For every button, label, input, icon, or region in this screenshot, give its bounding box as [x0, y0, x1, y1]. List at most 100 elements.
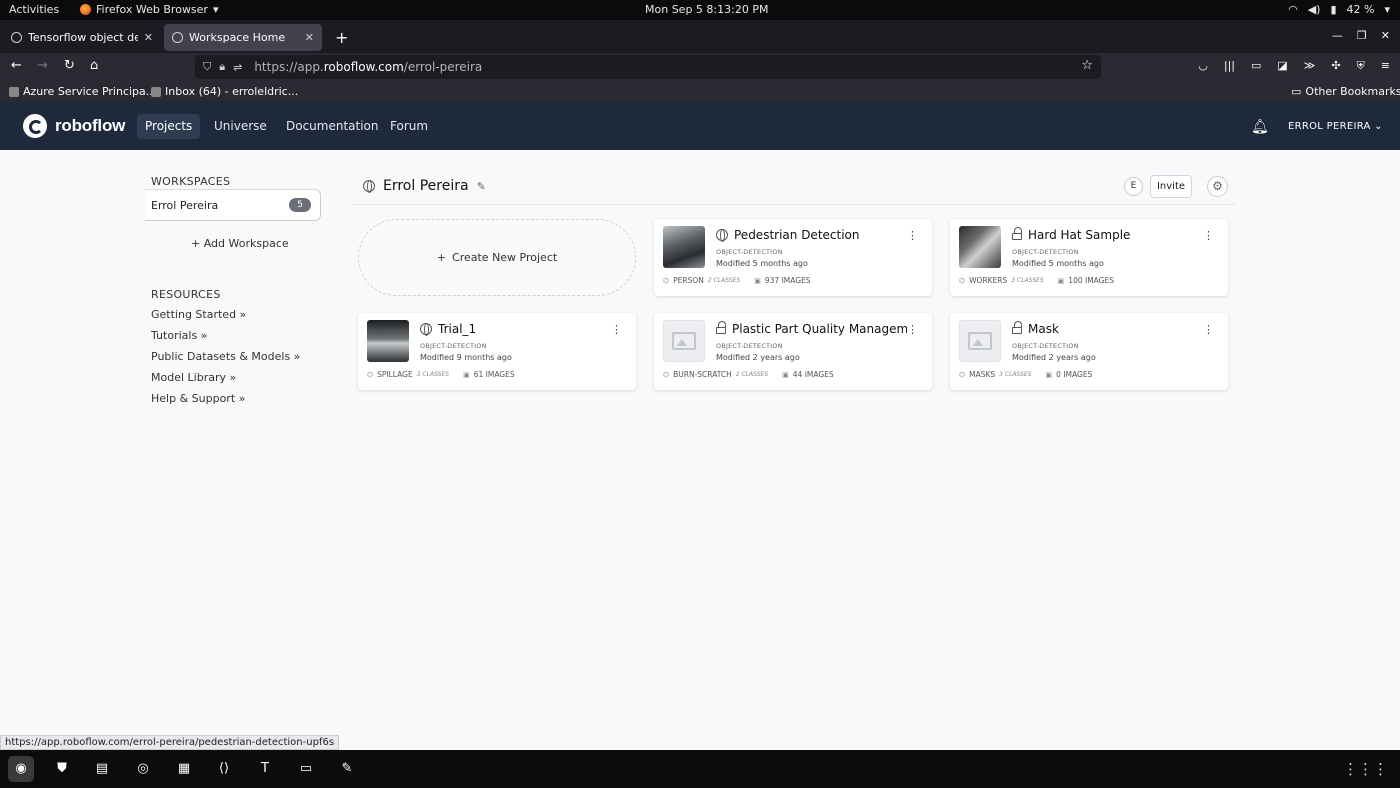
other-bookmarks[interactable]: ▭ Other Bookmarks — [1291, 85, 1400, 98]
inkscape-dock-icon[interactable]: ✎ — [334, 756, 360, 782]
more-options-icon[interactable]: ⋮ — [1203, 229, 1214, 242]
project-title-row: Hard Hat Sample — [1012, 227, 1130, 242]
extension-icon[interactable]: ◪ — [1277, 59, 1287, 73]
notification-bell-icon[interactable]: 🔔︎ — [1251, 119, 1269, 135]
close-tab-icon[interactable]: ✕ — [305, 31, 314, 44]
more-options-icon[interactable]: ⋮ — [907, 229, 918, 242]
project-card-plastic-part[interactable]: Plastic Part Quality Managem... OBJECT-D… — [654, 313, 932, 390]
back-icon[interactable]: ← — [11, 58, 22, 73]
bookmark-azure[interactable]: Azure Service Principa... — [9, 85, 156, 98]
home-icon[interactable]: ⌂ — [90, 58, 98, 73]
bookmark-inbox[interactable]: Inbox (64) - erroleldric... — [151, 85, 298, 98]
invite-button[interactable]: Invite — [1150, 175, 1192, 198]
workspace-title: Errol Pereira — [383, 178, 469, 194]
project-modified: Modified 9 months ago — [420, 353, 512, 362]
class-count: 3 CLASSES — [999, 371, 1032, 378]
system-tray[interactable]: ◠ ◀) ▮ 42 % ▾ — [1288, 3, 1390, 16]
project-card-mask[interactable]: Mask OBJECT-DETECTION Modified 2 years a… — [950, 313, 1228, 390]
project-thumbnail-placeholder — [663, 320, 705, 362]
more-options-icon[interactable]: ⋮ — [907, 323, 918, 336]
lock-icon — [1012, 321, 1022, 334]
class-tag: SPILLAGE — [377, 370, 413, 379]
image-icon: ▣ — [1045, 370, 1053, 379]
nav-projects[interactable]: Projects — [137, 114, 201, 139]
bookmark-star-icon[interactable]: ☆ — [1081, 58, 1093, 73]
member-avatar[interactable]: E — [1124, 177, 1143, 196]
project-card-trial-1[interactable]: Trial_1 OBJECT-DETECTION Modified 9 mont… — [358, 313, 636, 390]
chevron-down-icon: ⌄ — [1374, 121, 1383, 132]
vscode-dock-icon[interactable]: ⟨⟩ — [211, 756, 237, 782]
workspace-name: Errol Pereira — [151, 199, 219, 212]
create-new-project-card[interactable]: + Create New Project — [358, 219, 636, 296]
firefox-icon — [80, 4, 91, 15]
resource-getting-started[interactable]: Getting Started » — [151, 308, 246, 321]
nav-documentation[interactable]: Documentation — [278, 114, 387, 139]
app-menu[interactable]: Firefox Web Browser ▾ — [80, 3, 219, 16]
project-card-hard-hat-sample[interactable]: Hard Hat Sample OBJECT-DETECTION Modifie… — [950, 219, 1228, 296]
nav-universe[interactable]: Universe — [206, 114, 275, 139]
bookmarks-toolbar: Azure Service Principa... Inbox (64) - e… — [0, 81, 1400, 102]
image-icon: ▣ — [1057, 276, 1065, 285]
activities-button[interactable]: Activities — [9, 3, 59, 16]
close-window-icon[interactable]: ✕ — [1381, 29, 1390, 42]
text-editor-dock-icon[interactable]: ▦ — [171, 756, 197, 782]
close-tab-icon[interactable]: ✕ — [144, 31, 153, 44]
reload-icon[interactable]: ↻ — [64, 58, 75, 73]
lock-icon[interactable]: 🔒︎ — [219, 60, 225, 74]
resource-help-support[interactable]: Help & Support » — [151, 392, 245, 405]
library-icon[interactable]: ||| — [1224, 59, 1235, 73]
user-menu[interactable]: ERROL PEREIRA ⌄ — [1288, 121, 1383, 132]
resource-tutorials[interactable]: Tutorials » — [151, 329, 207, 342]
tab-workspace-home[interactable]: Workspace Home ✕ — [164, 24, 322, 51]
roboflow-favicon-icon — [172, 32, 183, 43]
roboflow-logo[interactable]: roboflow — [23, 114, 125, 138]
workspace-item[interactable]: Errol Pereira 5 — [145, 189, 321, 221]
firefox-dock-icon[interactable]: ◉ — [8, 756, 34, 782]
window-controls: — ❐ ✕ — [1332, 29, 1390, 42]
show-apps-icon[interactable]: ⋮⋮⋮ — [1343, 760, 1388, 778]
menu-icon[interactable]: ≡ — [1381, 59, 1390, 73]
project-thumbnail — [663, 226, 705, 268]
teams-dock-icon[interactable]: T — [252, 756, 278, 782]
extension-icon[interactable]: ≫ — [1304, 59, 1316, 73]
workspaces-heading: WORKSPACES — [151, 175, 231, 188]
forward-icon[interactable]: → — [37, 58, 48, 73]
more-options-icon[interactable]: ⋮ — [1203, 323, 1214, 336]
settings-gear-icon[interactable]: ⚙ — [1207, 176, 1228, 197]
extension-icon[interactable]: ⛨ — [1357, 59, 1365, 73]
new-tab-button[interactable]: + — [335, 28, 348, 47]
project-type: OBJECT-DETECTION — [420, 342, 487, 350]
globe-icon — [420, 323, 432, 336]
nav-forum[interactable]: Forum — [382, 114, 436, 139]
terminal-dock-icon[interactable]: ▭ — [293, 756, 319, 782]
permissions-icon[interactable]: ⇌ — [233, 61, 242, 74]
files-dock-icon[interactable]: ▤ — [89, 756, 115, 782]
brave-dock-icon[interactable]: ⛊ — [49, 756, 75, 782]
project-card-pedestrian-detection[interactable]: Pedestrian Detection OBJECT-DETECTION Mo… — [654, 219, 932, 296]
project-meta: ⌬ SPILLAGE 3 CLASSES ▣ 61 IMAGES — [367, 370, 515, 379]
screenshot-dock-icon[interactable]: ◎ — [130, 756, 156, 782]
more-options-icon[interactable]: ⋮ — [611, 323, 622, 336]
sidebar-icon[interactable]: ▭ — [1251, 59, 1261, 73]
resource-model-library[interactable]: Model Library » — [151, 371, 236, 384]
project-meta: ⌬ PERSON 2 CLASSES ▣ 937 IMAGES — [663, 276, 811, 285]
edit-pencil-icon[interactable]: ✎ — [477, 180, 486, 193]
extension-icon[interactable]: ✣ — [1331, 59, 1340, 73]
url-bar[interactable]: ⛉ 🔒︎ ⇌ https://app.roboflow.com/errol-pe… — [195, 55, 1101, 79]
tab-tensorflow[interactable]: Tensorflow object detect ✕ — [3, 24, 161, 51]
shield-icon[interactable]: ⛉ — [203, 60, 211, 74]
clock[interactable]: Mon Sep 5 8:13:20 PM — [645, 3, 768, 16]
maximize-icon[interactable]: ❐ — [1357, 29, 1367, 42]
github-icon — [11, 32, 22, 43]
project-title-row: Pedestrian Detection — [716, 228, 859, 242]
add-workspace-link[interactable]: + Add Workspace — [191, 237, 289, 250]
header-divider — [350, 204, 1236, 205]
tag-icon: ⌬ — [959, 370, 966, 379]
link-status-url: https://app.roboflow.com/errol-pereira/p… — [0, 735, 340, 750]
resource-public-datasets[interactable]: Public Datasets & Models » — [151, 350, 300, 363]
pocket-icon[interactable]: ◡ — [1198, 59, 1208, 73]
lock-icon — [1012, 227, 1022, 240]
url-text[interactable]: https://app.roboflow.com/errol-pereira — [254, 60, 482, 74]
minimize-icon[interactable]: — — [1332, 29, 1343, 42]
image-count: 937 IMAGES — [764, 276, 811, 285]
